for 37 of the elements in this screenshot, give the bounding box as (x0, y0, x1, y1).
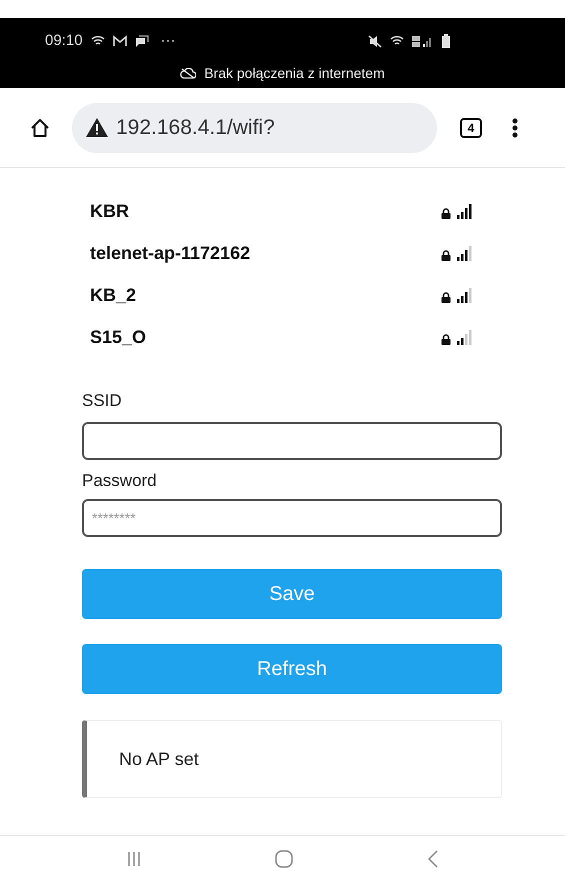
network-item[interactable]: KBR (90, 190, 473, 232)
ssid-label: SSID (82, 390, 123, 412)
menu-icon[interactable] (512, 118, 518, 138)
tab-count-button[interactable]: 4 (460, 118, 482, 138)
warning-icon (86, 118, 108, 137)
network-item[interactable]: telenet-ap-1172162 (90, 232, 473, 274)
network-item[interactable]: S15_O (90, 316, 473, 358)
home-button-icon[interactable] (274, 848, 294, 868)
password-input[interactable]: ******** (82, 499, 502, 537)
lock-icon (441, 292, 451, 302)
lock-icon (441, 208, 451, 218)
clock: 09:10 (45, 31, 83, 51)
more-notifications: ··· (160, 31, 176, 51)
ssid-input[interactable] (82, 422, 502, 460)
lock-icon (441, 250, 451, 260)
message-text: No AP set (119, 748, 199, 770)
password-label: Password (82, 470, 158, 492)
cell-signal-icon (412, 34, 434, 48)
offline-notice: Brak połączenia z internetem (204, 64, 385, 83)
mute-icon (368, 34, 382, 48)
recent-apps-icon[interactable] (126, 850, 141, 866)
wifi-icon (390, 35, 404, 48)
lock-icon (441, 334, 451, 344)
signal-icon (457, 204, 473, 218)
signal-icon (457, 246, 473, 260)
mail-icon (112, 35, 127, 48)
home-icon[interactable] (30, 118, 50, 138)
network-item[interactable]: KB_2 (90, 274, 473, 316)
url-text: 192.168.4.1/wifi? (116, 114, 275, 141)
back-icon[interactable] (428, 850, 438, 868)
signal-icon (457, 288, 473, 302)
wifi-icon (90, 35, 105, 48)
battery-icon (442, 34, 450, 48)
cloud-off-icon (180, 68, 196, 78)
address-bar[interactable]: 192.168.4.1/wifi? (72, 102, 437, 152)
chat-icon (134, 35, 149, 48)
signal-icon (457, 330, 473, 344)
